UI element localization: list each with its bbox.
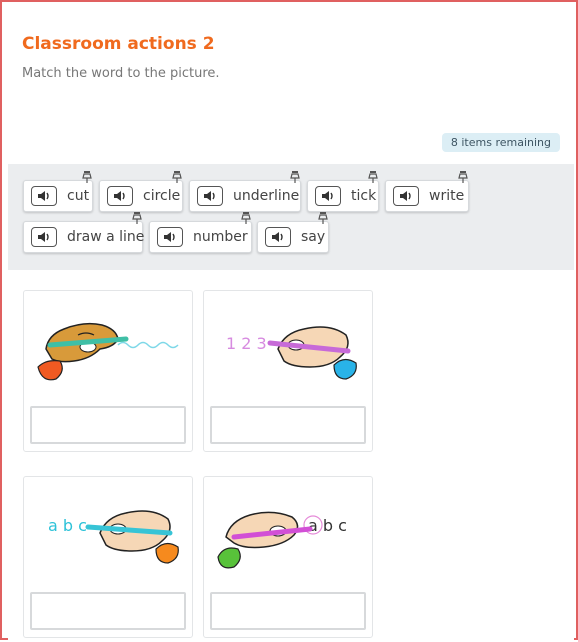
chip-label: tick [351, 188, 377, 204]
word-bank: cut circle underline tick write draw a l… [8, 164, 574, 270]
picture-card-2: 1 2 3 [203, 290, 373, 452]
picture-card-1 [23, 290, 193, 452]
pin-icon [81, 169, 93, 188]
speaker-icon[interactable] [107, 186, 133, 206]
word-chip-cut[interactable]: cut [23, 171, 93, 212]
activity-title: Classroom actions 2 [22, 34, 215, 54]
instructions: Match the word to the picture. [22, 66, 220, 81]
word-chip-number[interactable]: number [149, 212, 252, 253]
word-chip-tick[interactable]: tick [307, 171, 379, 212]
pin-icon [171, 169, 183, 188]
letters-text: a b c [308, 516, 347, 535]
speaker-icon[interactable] [265, 227, 291, 247]
chip-label: circle [143, 188, 181, 204]
picture-card-3: a b c [23, 476, 193, 638]
speaker-icon[interactable] [197, 186, 223, 206]
remaining-badge: 8 items remaining [441, 133, 560, 152]
chip-label: write [429, 188, 465, 204]
activity-panel: Classroom actions 2 Match the word to th… [8, 24, 574, 642]
chip-label: cut [67, 188, 90, 204]
pin-icon [367, 169, 379, 188]
pin-icon [131, 210, 143, 229]
picture-card-4: a b c [203, 476, 373, 638]
hand-circling-letter-image: a b c [217, 511, 347, 569]
word-chip-write[interactable]: write [385, 171, 469, 212]
pin-icon [289, 169, 301, 188]
hand-writing-letters-image: a b c [48, 510, 179, 564]
speaker-icon[interactable] [393, 186, 419, 206]
pin-icon [317, 210, 329, 229]
chip-label: draw a line [67, 229, 145, 245]
letters-text: a b c [48, 516, 87, 535]
chip-label: number [193, 229, 248, 245]
chip-label: underline [233, 188, 300, 204]
word-chip-underline[interactable]: underline [189, 171, 301, 212]
pin-icon [457, 169, 469, 188]
hand-drawing-wavy-line-image [37, 322, 179, 381]
chip-label: say [301, 229, 326, 245]
speaker-icon[interactable] [31, 186, 57, 206]
word-chip-circle[interactable]: circle [99, 171, 183, 212]
hand-writing-numbers-image: 1 2 3 [226, 326, 357, 380]
speaker-icon[interactable] [31, 227, 57, 247]
pin-icon [240, 210, 252, 229]
answer-drop-zone[interactable] [30, 406, 186, 444]
word-chip-say[interactable]: say [257, 212, 329, 253]
word-chip-draw-a-line[interactable]: draw a line [23, 212, 145, 253]
answer-drop-zone[interactable] [210, 406, 366, 444]
speaker-icon[interactable] [315, 186, 341, 206]
numbers-text: 1 2 3 [226, 334, 267, 353]
answer-drop-zone[interactable] [30, 592, 186, 630]
speaker-icon[interactable] [157, 227, 183, 247]
answer-drop-zone[interactable] [210, 592, 366, 630]
